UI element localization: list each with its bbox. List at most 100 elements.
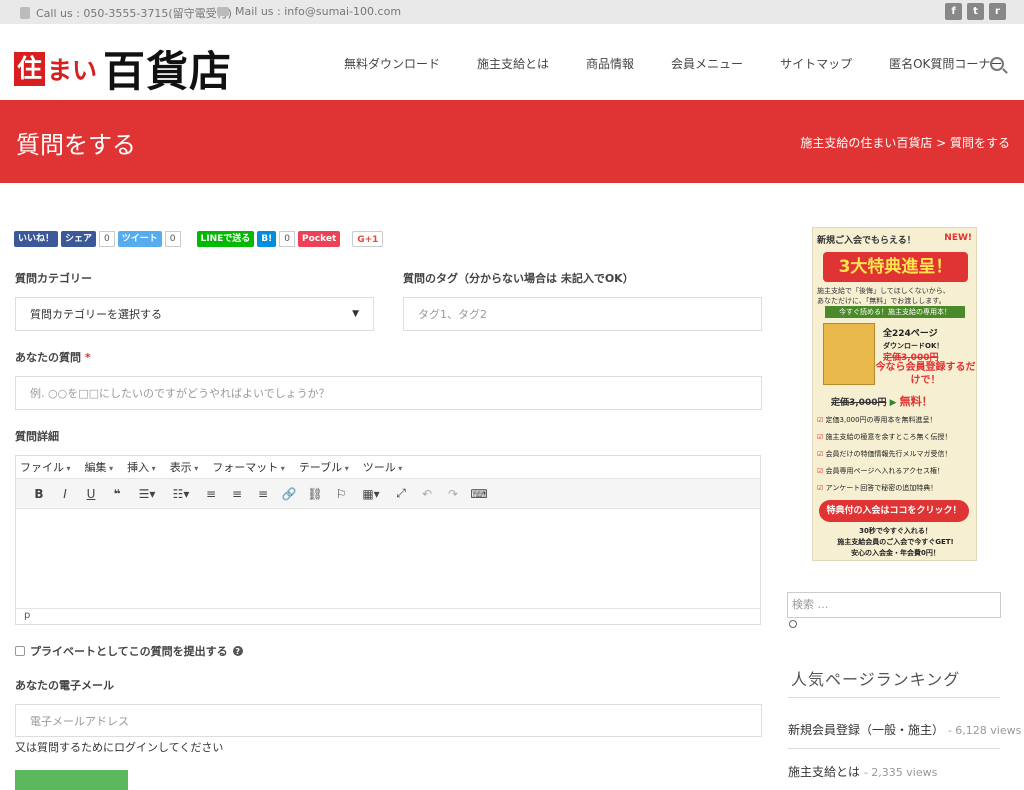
tags-placeholder: タグ1、タグ2 [418,308,487,321]
page-title: 質問をする [16,131,136,159]
page-banner: 質問をする 施主支給の住まい百貨店 > 質問をする [0,100,1024,183]
hatena-count: 0 [279,231,295,247]
question-label-text: あなたの質問 [15,351,81,364]
site-header: 住 まい 百貨店 無料ダウンロード 施主支給とは 商品情報 会員メニュー サイト… [0,24,1024,100]
divider [788,697,1000,698]
ad-pages: 全224ページ [883,329,938,339]
ranking-item-views: - 6,128 views [947,724,1022,737]
share-button[interactable]: シェア [61,231,97,247]
blockquote-icon[interactable]: ❝ [104,487,130,501]
link-icon[interactable]: 🔗 [276,487,302,501]
pocket-button[interactable]: Pocket [297,231,341,247]
fullscreen-icon[interactable]: ⤢ [388,486,414,501]
menu-insert[interactable]: 挿入 [127,459,156,475]
bold-icon[interactable]: B [26,487,52,501]
nav-item-sitemap[interactable]: サイトマップ [780,55,852,72]
rich-text-editor: ファイル 編集 挿入 表示 フォーマット テーブル ツール B I U ❝ ☰▾… [15,455,761,625]
keyboard-icon[interactable]: ⌨ [466,487,492,501]
required-mark: * [84,351,91,364]
ad-cta-button[interactable]: 特典付の入会はココをクリック！ [819,500,969,522]
mail-icon [217,7,229,16]
menu-view[interactable]: 表示 [170,459,199,475]
tags-label: 質問のタグ（分からない場合は 未記入でOK） [403,272,634,285]
undo-icon[interactable]: ↶ [414,487,440,501]
rss-icon[interactable]: r [989,3,1006,20]
ranking-item-title[interactable]: 新規会員登録（一般・施主） [788,723,944,737]
align-center-icon[interactable]: ≡ [224,487,250,501]
ranking-item-title[interactable]: 施主支給とは [788,765,860,779]
line-button[interactable]: LINEで送る [196,231,255,247]
tags-input[interactable]: タグ1、タグ2 [403,297,762,331]
sidebar-search-input[interactable]: 検索 … [787,592,1001,618]
menu-format[interactable]: フォーマット [212,459,285,475]
nav-item-member[interactable]: 会員メニュー [671,55,743,72]
ad-headline: 3大特典進呈！ [823,252,968,282]
private-checkbox-row[interactable]: プライベートとしてこの質問を提出する ? [15,643,243,659]
redo-icon[interactable]: ↷ [440,487,466,501]
chevron-down-icon: ▼ [352,309,359,319]
hatena-button[interactable]: B! [257,231,277,247]
book-image [823,323,875,385]
ranking-item[interactable]: 新規会員登録（一般・施主） - 6,128 views [788,721,1021,738]
nav-item-qa[interactable]: 匿名OK質問コーナー [889,55,1002,72]
login-note[interactable]: 又は質問するためにログインしてください [15,739,223,755]
private-checkbox[interactable] [15,646,25,656]
editor-body[interactable] [16,509,760,609]
sidebar-search-placeholder: 検索 … [792,598,829,611]
search-icon[interactable] [990,57,1004,71]
editor-menubar: ファイル 編集 挿入 表示 フォーマット テーブル ツール [16,456,760,478]
bookmark-icon[interactable]: ⚐ [328,487,354,501]
nav-item-about[interactable]: 施主支給とは [477,55,549,72]
divider [788,748,1000,749]
category-label: 質問カテゴリー [15,272,92,285]
editor-statusbar: p [16,608,760,624]
table-icon[interactable]: ▦▾ [354,487,388,501]
member-ad-banner[interactable]: 新規ご入会でもらえる！ NEW! 3大特典進呈！ 施主支給で「後悔」してほしくな… [812,227,977,561]
align-left-icon[interactable]: ≡ [198,487,224,501]
menu-edit[interactable]: 編集 [85,459,114,475]
tweet-count: 0 [164,231,181,247]
category-select[interactable]: 質問カテゴリーを選択する ▼ [15,297,374,331]
ad-free: 無料！ [899,395,933,408]
align-right-icon[interactable]: ≡ [250,487,276,501]
ad-free-row: 定価3,000円 ▶ 無料！ [831,395,933,408]
logo-box: 住 [14,51,46,86]
nav-item-products[interactable]: 商品情報 [586,55,634,72]
call-contact: Call us : 050-3555-3715(留守電受付) [20,5,232,21]
ad-top: 新規ご入会でもらえる！ [817,236,916,246]
like-button[interactable]: いいね！ [14,231,59,247]
ad-new: NEW! [944,233,972,243]
gplus-button[interactable]: G+1 [352,231,384,247]
category-value: 質問カテゴリーを選択する [30,308,162,321]
editor-toolbar: B I U ❝ ☰▾ ☷▾ ≡ ≡ ≡ 🔗 ⛓ ⚐ ▦▾ ⤢ ↶ ↷ ⌨ [16,478,760,509]
nav-item-download[interactable]: 無料ダウンロード [344,55,440,72]
ranking-item[interactable]: 施主支給とは - 2,335 views [788,763,937,780]
site-logo[interactable]: 住 まい 百貨店 [14,38,232,99]
menu-tools[interactable]: ツール [363,459,403,475]
question-placeholder: 例. ○○を□□にしたいのですがどうやればよいでしょうか？ [30,387,330,400]
menu-table[interactable]: テーブル [299,459,349,475]
ad-pages-block: 全224ページ ダウンロードOK！ 定価3,000円 [883,328,943,364]
bullet-list-icon[interactable]: ☰▾ [130,487,164,501]
question-input[interactable]: 例. ○○を□□にしたいのですがどうやればよいでしょうか？ [15,376,762,410]
help-icon[interactable]: ? [232,646,243,656]
breadcrumb[interactable]: 施主支給の住まい百貨店 > 質問をする [800,134,1010,151]
ad-check-1: 定価3,000円の専用本を無料進呈！ [817,415,937,425]
facebook-icon[interactable]: f [945,3,962,20]
call-text: Call us : 050-3555-3715(留守電受付) [36,7,232,20]
sidebar-search-icon[interactable] [789,620,797,628]
email-input[interactable]: 電子メールアドレス [15,704,762,737]
unlink-icon[interactable]: ⛓ [302,487,328,501]
italic-icon[interactable]: I [52,487,78,501]
submit-button[interactable] [15,770,128,790]
question-label: あなたの質問 * [15,349,91,365]
phone-icon [20,7,30,19]
share-buttons: いいね！ シェア 0 ツイート 0 LINEで送る B! 0 Pocket G+… [14,231,384,247]
ad-check-5: アンケート回答で秘密の追加特典！ [817,483,938,493]
numbered-list-icon[interactable]: ☷▾ [164,487,198,501]
tweet-button[interactable]: ツイート [117,231,162,247]
underline-icon[interactable]: U [78,487,104,501]
menu-file[interactable]: ファイル [20,459,71,475]
twitter-icon[interactable]: t [967,3,984,20]
detail-label: 質問詳細 [15,430,59,443]
